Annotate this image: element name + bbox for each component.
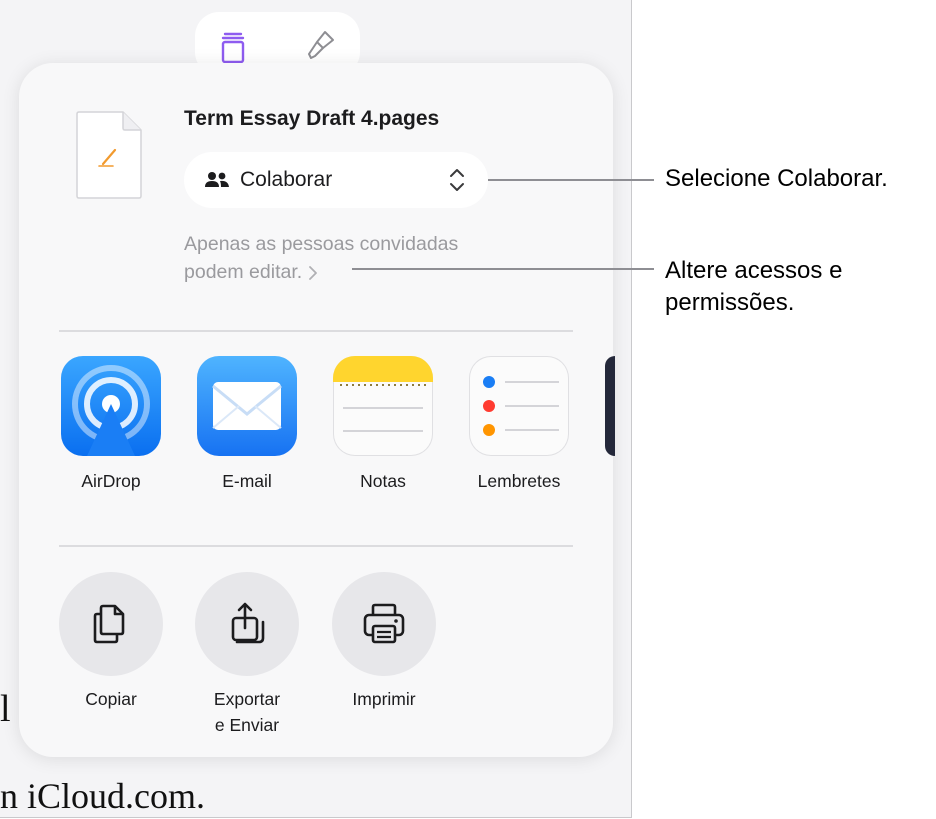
print-icon <box>363 603 405 644</box>
notes-button[interactable] <box>333 356 433 456</box>
export-send-label: Exportar e Enviar <box>182 686 312 738</box>
callout-line-collaborate <box>488 179 654 181</box>
print-button[interactable] <box>332 572 436 676</box>
callout-line-access <box>352 268 654 270</box>
chevron-right-icon <box>309 265 318 280</box>
collaborate-label: Colaborar <box>240 168 333 191</box>
mail-button[interactable] <box>197 356 297 456</box>
access-text-line2: podem editar. <box>184 261 303 283</box>
reminders-button[interactable] <box>469 356 569 456</box>
people-icon <box>205 172 229 187</box>
collaborate-popup-button[interactable]: Colaborar <box>184 152 488 208</box>
document-icon <box>76 111 142 199</box>
copy-label: Copiar <box>85 689 137 709</box>
print-label: Imprimir <box>352 689 416 709</box>
airdrop-button[interactable] <box>61 356 161 456</box>
callout-access-line2: permissões. <box>665 289 795 316</box>
document-background-text: l <box>0 688 11 730</box>
callout-access: Altere acessos e permissões. <box>665 255 842 319</box>
export-label-line2: e Enviar <box>214 715 280 735</box>
next-app-button[interactable] <box>605 356 615 456</box>
access-text-line1: Apenas as pessoas convidadas <box>184 233 459 255</box>
notes-icon <box>333 356 433 432</box>
mail-icon <box>212 382 282 430</box>
reminders-label: Lembretes <box>477 471 561 491</box>
airdrop-label: AirDrop <box>81 471 141 491</box>
app-screen: l n iCloud.com. Term Essay Draft 4.pages… <box>0 0 632 818</box>
document-background-text-2: n iCloud.com. <box>0 776 205 816</box>
access-settings-link[interactable]: Apenas as pessoas convidadas podem edita… <box>184 230 564 286</box>
notes-label: Notas <box>360 471 406 491</box>
export-label-line1: Exportar <box>213 689 281 709</box>
document-title: Term Essay Draft 4.pages <box>184 107 440 130</box>
callout-collaborate: Selecione Colaborar. <box>665 165 888 192</box>
export-icon <box>231 602 265 644</box>
mail-label: E-mail <box>222 471 272 491</box>
chevron-up-down-icon <box>450 169 464 191</box>
copy-button[interactable] <box>59 572 163 676</box>
reminders-icon <box>483 376 559 436</box>
divider <box>59 545 573 547</box>
share-tray-icon[interactable] <box>215 28 251 64</box>
callout-access-line1: Altere acessos e <box>665 257 843 284</box>
copy-icon <box>93 604 125 644</box>
airdrop-icon <box>72 365 150 456</box>
divider <box>59 330 573 332</box>
paintbrush-icon[interactable] <box>303 28 339 64</box>
export-send-button[interactable] <box>195 572 299 676</box>
